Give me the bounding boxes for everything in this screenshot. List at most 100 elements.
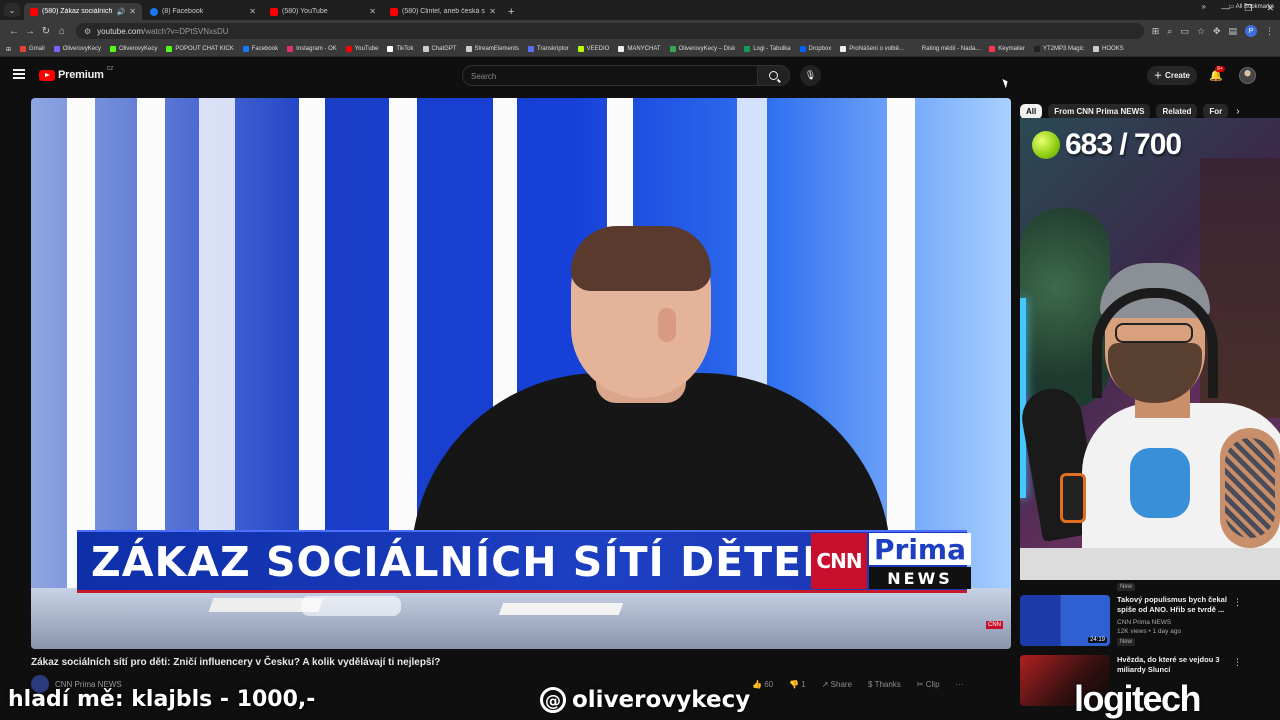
cast-icon[interactable]: ▭ xyxy=(1180,26,1189,37)
share-button[interactable]: ↗ Share xyxy=(822,680,852,689)
close-tab-icon[interactable]: ✕ xyxy=(129,7,136,16)
bookmark-item[interactable]: Prohlášení o volbě... xyxy=(840,46,904,52)
bookmark-label: Transkriptor xyxy=(536,46,569,52)
bookmark-label: VEEDIO xyxy=(586,46,610,52)
voice-search-button[interactable]: 🎙 xyxy=(800,65,821,86)
create-button[interactable]: ＋ Create xyxy=(1147,66,1197,85)
bookmark-item[interactable]: OliverovyKecy xyxy=(53,46,102,52)
bookmark-favicon-icon xyxy=(53,46,60,52)
bookmark-item[interactable]: Rating médií - Nada... xyxy=(912,46,980,52)
extensions-icon[interactable]: ✥ xyxy=(1213,26,1221,37)
tab-title: (580) Zákaz sociálních sítí p xyxy=(42,8,114,15)
star-bookmark-icon[interactable]: ☆ xyxy=(1197,26,1205,37)
apps-icon[interactable]: ⊞ xyxy=(6,46,11,53)
action-label: Share xyxy=(830,680,853,689)
goal-counter-text: 683 / 700 xyxy=(1065,128,1182,161)
bookmark-item[interactable]: YouTube xyxy=(345,46,378,52)
bookmark-item[interactable]: ChatGPT xyxy=(422,46,457,52)
related-channel[interactable]: CNN Prima NEWS xyxy=(1117,619,1171,626)
reload-icon[interactable]: ↻ xyxy=(38,26,54,37)
more-options-icon[interactable]: ⋮ xyxy=(1233,597,1242,608)
bookmark-label: Prohlášení o volbě... xyxy=(849,46,904,52)
search-input[interactable]: Search xyxy=(462,65,758,86)
related-video[interactable]: 24:19 Takový populismus bych čekal spíše… xyxy=(1020,595,1280,647)
bookmark-favicon-icon xyxy=(242,46,249,52)
zoom-icon[interactable]: ⌕ xyxy=(1167,26,1172,37)
back-icon[interactable]: ← xyxy=(6,26,22,37)
clip-button[interactable]: ✂ Clip xyxy=(917,680,940,689)
tab-search-button[interactable]: ⌄ xyxy=(4,3,20,17)
bookmark-item[interactable]: Logi - Tabulka xyxy=(744,46,791,52)
account-avatar[interactable] xyxy=(1239,67,1256,84)
all-bookmarks-button[interactable]: ▭ All Bookmarks xyxy=(1229,3,1274,10)
bookmark-item[interactable]: TikTok xyxy=(387,46,414,52)
close-tab-icon[interactable]: ✕ xyxy=(249,7,256,16)
arm-tattoo xyxy=(1225,438,1275,538)
bookmark-item[interactable]: StreamElements xyxy=(465,46,519,52)
bookmark-item[interactable]: VEEDIO xyxy=(577,46,610,52)
bookmark-label: OliverovyKecy – Disk xyxy=(678,46,736,52)
action-label: ··· xyxy=(955,680,964,689)
like-icon: 👍 xyxy=(752,680,765,689)
share-icon: ↗ xyxy=(821,680,831,689)
video-player[interactable]: ZÁKAZ SOCIÁLNÍCH SÍTÍ DĚTEM? CNN Prima N… xyxy=(31,98,1011,649)
bookmark-favicon-icon xyxy=(110,46,117,52)
plus-icon: ＋ xyxy=(1154,71,1163,80)
dislike-button[interactable]: 👎 1 xyxy=(789,680,806,689)
news-logo: NEWS xyxy=(869,567,971,589)
site-info-icon[interactable]: ⚙ xyxy=(84,27,91,36)
bookmark-item[interactable]: Gmail xyxy=(20,46,45,52)
bookmark-item[interactable]: Instagram - OK xyxy=(287,46,337,52)
new-tab-button[interactable]: + xyxy=(508,6,514,18)
more-options-icon[interactable]: ⋮ xyxy=(1233,657,1242,668)
sidebar-icon[interactable]: ▤ xyxy=(1228,26,1237,37)
threads-icon: @ xyxy=(540,687,566,713)
search-icon xyxy=(769,71,778,80)
video-thumbnail[interactable]: 24:19 xyxy=(1020,595,1110,646)
bookmark-item[interactable]: YT2MP3 Magic xyxy=(1033,46,1084,52)
chevron-right-icon[interactable]: › xyxy=(1236,106,1239,117)
bookmark-item[interactable]: HOOKS xyxy=(1092,46,1124,52)
more-button[interactable]: ··· xyxy=(956,680,964,689)
filter-chip[interactable]: From CNN Prima NEWS xyxy=(1048,103,1151,119)
bookmarks-bar: ⊞ Gmail OliverovyKecy OliverovyKecy POPOUT … xyxy=(0,42,1280,57)
youtube-icon xyxy=(30,7,38,16)
bookmark-label: Facebook xyxy=(251,46,279,52)
profile-avatar[interactable]: P xyxy=(1245,25,1257,37)
forward-icon[interactable]: → xyxy=(22,26,38,37)
browser-tab[interactable]: (8) Facebook ✕ xyxy=(144,3,262,20)
bookmark-item[interactable]: OliverovyKecy – Disk xyxy=(669,46,736,52)
bookmark-item[interactable]: MANYCHAT xyxy=(618,46,661,52)
url-field[interactable]: ⚙ youtube.com/watch?v=DPtSVNxsDU xyxy=(76,23,1144,39)
filter-chip[interactable]: For xyxy=(1203,103,1229,119)
bookmark-item[interactable]: OliverovyKecy xyxy=(110,46,157,52)
search-button[interactable] xyxy=(757,65,790,86)
thanks-button[interactable]: $ Thanks xyxy=(868,680,901,689)
bookmark-label: Keymailer xyxy=(998,46,1025,52)
filter-chip[interactable]: All xyxy=(1020,103,1043,119)
bookmark-label: OliverovyKecy xyxy=(62,46,102,52)
bookmarks-overflow-icon[interactable]: » xyxy=(1202,2,1206,11)
bookmark-item[interactable]: Keymailer xyxy=(989,46,1025,52)
clip-icon: ✂ xyxy=(916,680,926,689)
bookmark-item[interactable]: POPOUT CHAT KICK xyxy=(166,46,234,52)
notification-badge: 9+ xyxy=(1215,66,1225,72)
speaker-icon[interactable]: 🔊 xyxy=(117,8,126,16)
bookmark-item[interactable]: Dropbox xyxy=(799,46,831,52)
close-tab-icon[interactable]: ✕ xyxy=(369,7,376,16)
home-icon[interactable]: ⌂ xyxy=(54,26,70,37)
youtube-logo[interactable]: Premium CZ xyxy=(39,66,113,81)
browser-tab[interactable]: (580) Clintel, aneb česká stopa ✕ xyxy=(384,3,502,20)
browser-tab[interactable]: (580) YouTube ✕ xyxy=(264,3,382,20)
browser-tab[interactable]: (580) Zákaz sociálních sítí p 🔊 ✕ xyxy=(24,3,142,20)
browser-menu-icon[interactable]: ⋮ xyxy=(1265,26,1274,37)
video-title: Zákaz sociálních sítí pro děti: Zničí in… xyxy=(31,657,441,668)
close-tab-icon[interactable]: ✕ xyxy=(489,7,496,16)
filter-chip[interactable]: Related xyxy=(1156,103,1198,119)
related-video-title: Takový populismus bych čekal spíše od AN… xyxy=(1117,595,1227,614)
bookmark-item[interactable]: Facebook xyxy=(242,46,279,52)
menu-icon[interactable] xyxy=(13,69,25,79)
translate-icon[interactable]: ⊞ xyxy=(1152,26,1160,37)
like-button[interactable]: 👍 60 xyxy=(752,680,773,689)
bookmark-item[interactable]: Transkriptor xyxy=(527,46,569,52)
